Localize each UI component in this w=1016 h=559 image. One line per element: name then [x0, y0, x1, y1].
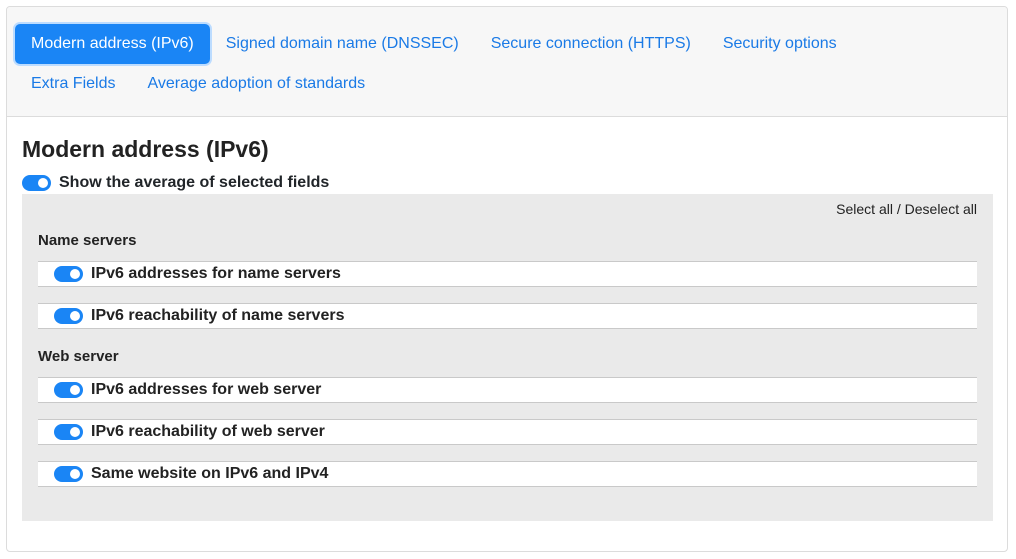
fields-panel: Select all / Deselect all Name servers I…	[22, 194, 993, 521]
field-toggle-switch[interactable]	[54, 266, 83, 282]
tab-extra-fields[interactable]: Extra Fields	[15, 64, 131, 104]
field-toggle-switch[interactable]	[54, 424, 83, 440]
field-row-same-website-ipv6-ipv4: Same website on IPv6 and IPv4	[38, 461, 977, 487]
field-label: IPv6 reachability of web server	[91, 423, 325, 440]
section-title: Modern address (IPv6)	[22, 136, 269, 162]
field-toggle-switch[interactable]	[54, 382, 83, 398]
field-row-ipv6-reachability-web-server: IPv6 reachability of web server	[38, 419, 977, 445]
tab-signed-domain-name-dnssec[interactable]: Signed domain name (DNSSEC)	[210, 24, 475, 64]
tab-average-adoption[interactable]: Average adoption of standards	[131, 64, 381, 104]
tab-content: Modern address (IPv6) Show the average o…	[22, 135, 993, 521]
average-toggle-switch[interactable]	[22, 175, 51, 191]
field-row-ipv6-addresses-name-servers: IPv6 addresses for name servers	[38, 261, 977, 287]
tab-header: Modern address (IPv6) Signed domain name…	[7, 7, 1007, 117]
group-title-name-servers: Name servers	[38, 232, 137, 249]
tab-secure-connection-https[interactable]: Secure connection (HTTPS)	[475, 24, 707, 64]
tab-row-2: Extra Fields Average adoption of standar…	[15, 63, 995, 105]
average-toggle-row: Show the average of selected fields	[22, 173, 993, 193]
average-toggle-label: Show the average of selected fields	[59, 174, 330, 191]
field-label: Same website on IPv6 and IPv4	[91, 465, 329, 482]
field-label: IPv6 addresses for web server	[91, 381, 322, 398]
tab-security-options[interactable]: Security options	[707, 24, 853, 64]
field-row-ipv6-addresses-web-server: IPv6 addresses for web server	[38, 377, 977, 403]
tab-modern-address-ipv6[interactable]: Modern address (IPv6)	[15, 24, 210, 64]
group-title-web-server: Web server	[38, 348, 119, 365]
field-label: IPv6 addresses for name servers	[91, 265, 341, 282]
select-deselect-all-link[interactable]: Select all / Deselect all	[836, 201, 977, 217]
field-row-ipv6-reachability-name-servers: IPv6 reachability of name servers	[38, 303, 977, 329]
tab-list: Modern address (IPv6) Signed domain name…	[15, 23, 995, 105]
settings-card: Modern address (IPv6) Signed domain name…	[6, 6, 1008, 552]
field-label: IPv6 reachability of name servers	[91, 307, 345, 324]
field-toggle-switch[interactable]	[54, 466, 83, 482]
tab-row-1: Modern address (IPv6) Signed domain name…	[15, 23, 995, 65]
field-toggle-switch[interactable]	[54, 308, 83, 324]
